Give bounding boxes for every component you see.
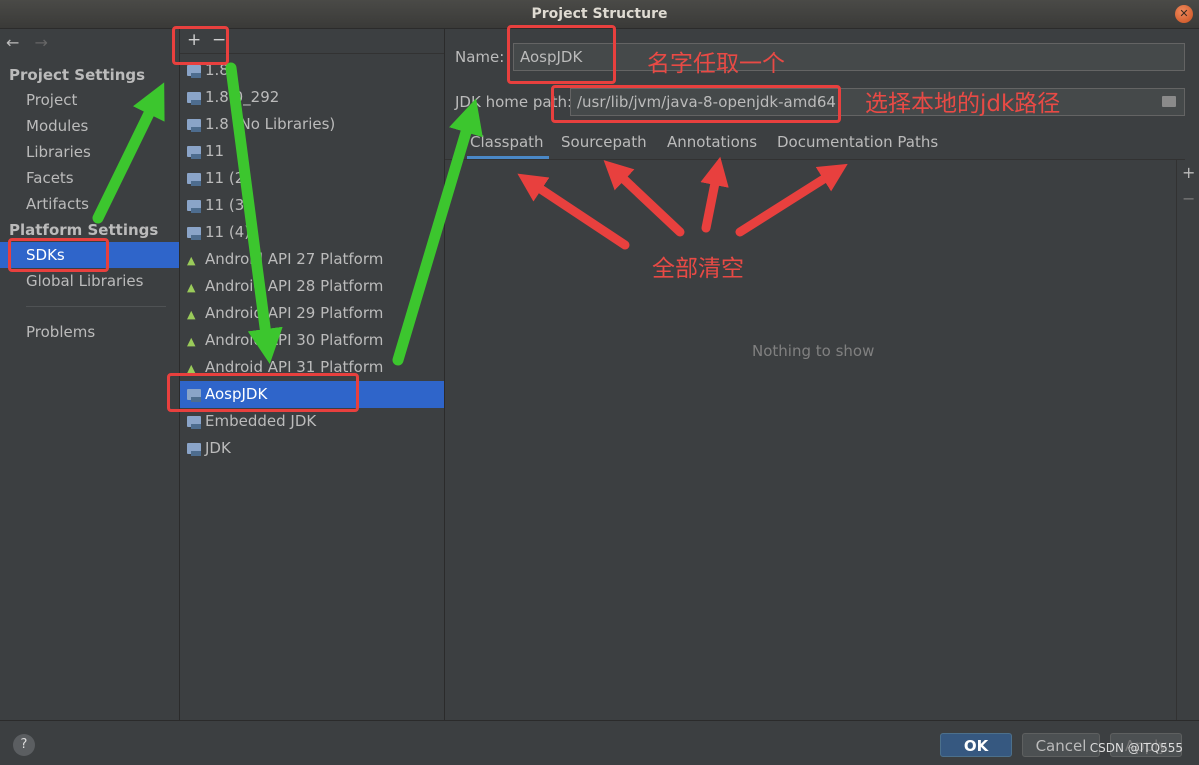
sdk-item-label: 11 <box>205 142 225 160</box>
nav-item-project[interactable]: Project <box>0 87 179 113</box>
annotation-clear-note: 全部清空 <box>652 256 744 282</box>
project-settings-header: Project Settings <box>9 66 146 84</box>
highlight-sdks <box>8 238 109 272</box>
remove-path-button[interactable]: − <box>1182 189 1195 208</box>
window-title: Project Structure <box>531 6 668 22</box>
sdk-item[interactable]: 11 (3) <box>180 192 444 219</box>
nav-item-problems[interactable]: Problems <box>0 319 179 345</box>
sdk-item[interactable]: Embedded JDK <box>180 408 444 435</box>
cancel-button[interactable]: Cancel <box>1022 733 1100 757</box>
history-nav: ← → <box>6 33 58 52</box>
close-icon[interactable]: ✕ <box>1175 5 1193 23</box>
nav-item-artifacts[interactable]: Artifacts <box>0 191 179 217</box>
sdk-item-label: Android API 28 Platform <box>205 277 384 295</box>
sdk-item-label: 11 (2) <box>205 169 251 187</box>
ok-button[interactable]: OK <box>940 733 1012 757</box>
sdk-item-label: JDK <box>205 439 231 457</box>
sdk-item-label: Embedded JDK <box>205 412 317 430</box>
folder-icon <box>187 443 201 456</box>
active-tab-indicator <box>467 156 549 159</box>
platform-settings-header: Platform Settings <box>9 221 159 239</box>
sdk-item[interactable]: 11 (4) <box>180 219 444 246</box>
sdk-item-label: 11 (4) <box>205 223 251 241</box>
nav-item-facets[interactable]: Facets <box>0 165 179 191</box>
folder-icon <box>187 200 201 213</box>
folder-icon <box>187 416 201 429</box>
android-icon: ▲ <box>187 308 196 321</box>
sdk-item-label: Android API 27 Platform <box>205 250 384 268</box>
empty-state-text: Nothing to show <box>752 342 875 360</box>
sdk-item-label: 1.8 (No Libraries) <box>205 115 336 133</box>
sdk-item[interactable]: ▲ Android API 29 Platform <box>180 300 444 327</box>
sdk-item-label: Android API 29 Platform <box>205 304 384 322</box>
folder-icon <box>187 173 201 186</box>
tab-documentation-paths[interactable]: Documentation Paths <box>777 133 938 151</box>
annotation-path-note: 选择本地的jdk路径 <box>865 91 1061 117</box>
folder-icon <box>187 65 201 78</box>
android-icon: ▲ <box>187 335 196 348</box>
highlight-aospjdk <box>167 373 359 412</box>
sdk-details-panel: Name: AospJDK JDK home path: /usr/lib/jv… <box>445 29 1199 720</box>
sdk-item[interactable]: 1.8 (No Libraries) <box>180 111 444 138</box>
sdk-item[interactable]: 11 <box>180 138 444 165</box>
sdk-tabs: Classpath Sourcepath Annotations Documen… <box>445 125 1185 160</box>
nav-divider <box>26 306 166 307</box>
name-label: Name: <box>455 48 505 66</box>
tab-classpath[interactable]: Classpath <box>470 133 544 151</box>
android-icon: ▲ <box>187 281 196 294</box>
sdk-item[interactable]: 1.8.0_292 <box>180 84 444 111</box>
sdk-item[interactable]: ▲ Android API 30 Platform <box>180 327 444 354</box>
add-path-button[interactable]: + <box>1182 163 1195 182</box>
folder-icon <box>187 92 201 105</box>
help-icon[interactable]: ? <box>13 734 35 756</box>
left-nav: ← → Project Settings Project Modules Lib… <box>0 29 180 720</box>
sdk-item-label: 1.8.0_292 <box>205 88 280 106</box>
folder-icon <box>187 227 201 240</box>
nav-item-modules[interactable]: Modules <box>0 113 179 139</box>
sdk-item[interactable]: ▲ Android API 28 Platform <box>180 273 444 300</box>
sdk-item[interactable]: JDK <box>180 435 444 462</box>
folder-icon <box>187 119 201 132</box>
browse-folder-icon[interactable] <box>1162 96 1176 107</box>
highlight-add-remove <box>172 26 229 65</box>
annotation-name-note: 名字任取一个 <box>647 51 785 77</box>
forward-arrow-icon[interactable]: → <box>35 33 48 52</box>
highlight-name-field <box>507 25 616 84</box>
nav-item-libraries[interactable]: Libraries <box>0 139 179 165</box>
path-tools: + − <box>1176 159 1199 720</box>
android-icon: ▲ <box>187 254 196 267</box>
tab-sourcepath[interactable]: Sourcepath <box>561 133 647 151</box>
dialog-button-bar: ? OK Cancel Apply CSDN @ITQ555 <box>0 720 1199 765</box>
sdk-item-label: Android API 30 Platform <box>205 331 384 349</box>
watermark: CSDN @ITQ555 <box>1089 741 1183 755</box>
sdk-item-label: 11 (3) <box>205 196 251 214</box>
tab-annotations[interactable]: Annotations <box>667 133 757 151</box>
folder-icon <box>187 146 201 159</box>
highlight-home-path <box>551 85 841 123</box>
sdk-item[interactable]: 11 (2) <box>180 165 444 192</box>
back-arrow-icon[interactable]: ← <box>6 33 19 52</box>
sdk-item[interactable]: ▲ Android API 27 Platform <box>180 246 444 273</box>
